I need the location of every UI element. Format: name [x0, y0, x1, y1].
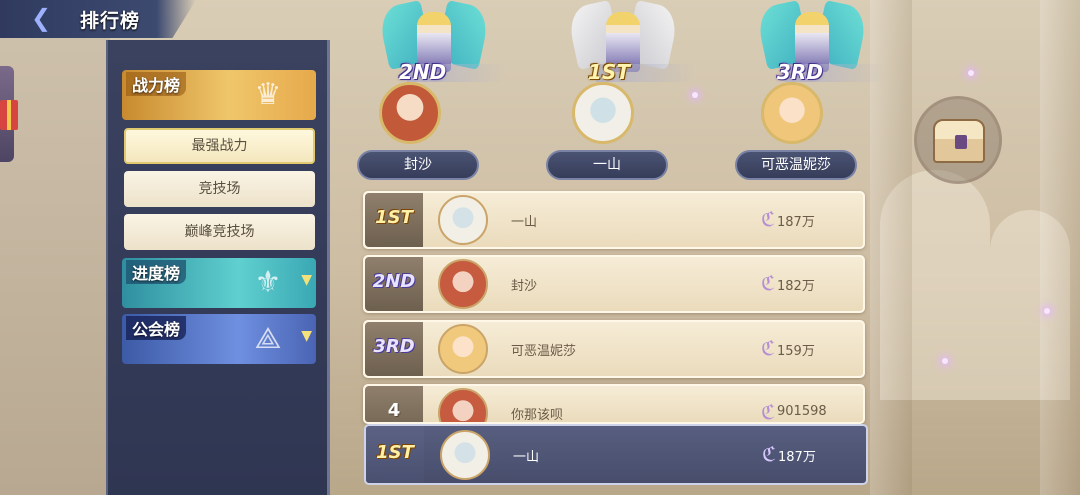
guild-emblem-icon: ⟁ — [254, 321, 282, 356]
back-arrow-icon[interactable]: ❮ — [24, 4, 58, 32]
rank-number: 1ST — [376, 442, 414, 463]
avatar — [438, 324, 488, 374]
rank-number: 4 — [387, 400, 401, 421]
ranking-row[interactable]: 3RD 可恶温妮莎 ℭ 159万 — [363, 320, 865, 378]
category-guild-ranking[interactable]: 公会榜 ⟁ ▼ — [122, 314, 316, 364]
avatar — [438, 259, 488, 309]
rank-cell: 1ST — [366, 426, 424, 483]
avatar — [438, 195, 488, 245]
power-glyph-icon: ℭ — [761, 336, 776, 360]
rank-cell: 2ND — [365, 257, 423, 311]
arrow-down-icon: ▼ — [301, 328, 312, 344]
player-name: 可恶温妮莎 — [511, 344, 577, 359]
category-power-ranking[interactable]: 战力榜 ♛ — [122, 70, 316, 120]
ranking-row[interactable]: 4 你那该呗 ℭ 901598 — [363, 384, 865, 424]
player-name: 你那该呗 — [511, 408, 564, 423]
my-ranking-row[interactable]: 1ST 一山 ℭ 187万 — [364, 424, 868, 485]
page-title: 排行榜 — [80, 10, 141, 32]
rank-cell: 1ST — [365, 193, 423, 247]
power-value: 159万 — [777, 344, 815, 359]
player-name: 封沙 — [511, 279, 538, 294]
rank-number: 1ST — [375, 207, 413, 228]
chest-lock — [955, 135, 967, 149]
power-glyph-icon: ℭ — [761, 400, 776, 424]
power-value: 187万 — [778, 450, 816, 465]
player-name-plate: 可恶温妮莎 — [735, 150, 857, 180]
background-left — [0, 0, 110, 495]
player-name-plate: 一山 — [546, 150, 668, 180]
background-pillar — [1040, 0, 1080, 495]
rank-label: 3RD — [777, 60, 823, 84]
tab-peak-arena[interactable]: 巅峰竞技场 — [124, 214, 315, 250]
avatar — [438, 388, 488, 422]
avatar — [761, 82, 823, 144]
rank-badge: 2ND — [357, 60, 507, 84]
sparkle — [968, 70, 974, 76]
category-label: 公会榜 — [126, 316, 187, 340]
rank-label: 1ST — [588, 60, 630, 84]
power-glyph-icon: ℭ — [761, 207, 776, 231]
ranking-category-sidebar: 战力榜 ♛ 最强战力 竞技场 巅峰竞技场 进度榜 ⚜ ▼ 公会榜 ⟁ ▼ — [106, 40, 330, 495]
progress-emblem-icon: ⚜ — [254, 265, 282, 300]
power-value: 187万 — [777, 215, 815, 230]
tab-strongest-power[interactable]: 最强战力 — [124, 128, 315, 164]
avatar — [440, 430, 490, 480]
power-value: 901598 — [777, 404, 827, 419]
rank-number: 2ND — [372, 271, 416, 292]
player-name-plate: 封沙 — [357, 150, 479, 180]
rank-cell: 4 — [365, 386, 423, 422]
power-value: 182万 — [777, 279, 815, 294]
power-emblem-icon: ♛ — [254, 77, 282, 112]
treasure-chest-icon — [933, 119, 985, 163]
arrow-down-icon: ▼ — [301, 272, 312, 288]
avatar — [572, 82, 634, 144]
category-label: 进度榜 — [126, 260, 187, 284]
sparkle — [942, 358, 948, 364]
avatar — [379, 82, 441, 144]
podium-first-place[interactable]: 1ST 一山 — [546, 0, 696, 185]
category-label: 战力榜 — [126, 72, 187, 96]
player-name: 一山 — [511, 215, 538, 230]
rank-badge: 1ST — [546, 60, 696, 84]
power-glyph-icon: ℭ — [762, 442, 777, 466]
power-glyph-icon: ℭ — [761, 271, 776, 295]
reward-chest-button[interactable] — [914, 96, 1002, 184]
ranking-row[interactable]: 1ST 一山 ℭ 187万 — [363, 191, 865, 249]
podium-second-place[interactable]: 2ND 封沙 — [357, 0, 507, 185]
gift-ribbon — [7, 100, 11, 130]
rank-label: 2ND — [399, 60, 447, 84]
sparkle — [1044, 308, 1050, 314]
ranking-row[interactable]: 2ND 封沙 ℭ 182万 — [363, 255, 865, 313]
rank-cell: 3RD — [365, 322, 423, 376]
player-name: 一山 — [513, 450, 540, 465]
gift-icon[interactable] — [0, 100, 18, 130]
podium-third-place[interactable]: 3RD 可恶温妮莎 — [735, 0, 885, 185]
rank-badge: 3RD — [735, 60, 885, 84]
rank-number: 3RD — [373, 336, 415, 357]
tab-arena[interactable]: 竞技场 — [124, 171, 315, 207]
category-progress-ranking[interactable]: 进度榜 ⚜ ▼ — [122, 258, 316, 308]
